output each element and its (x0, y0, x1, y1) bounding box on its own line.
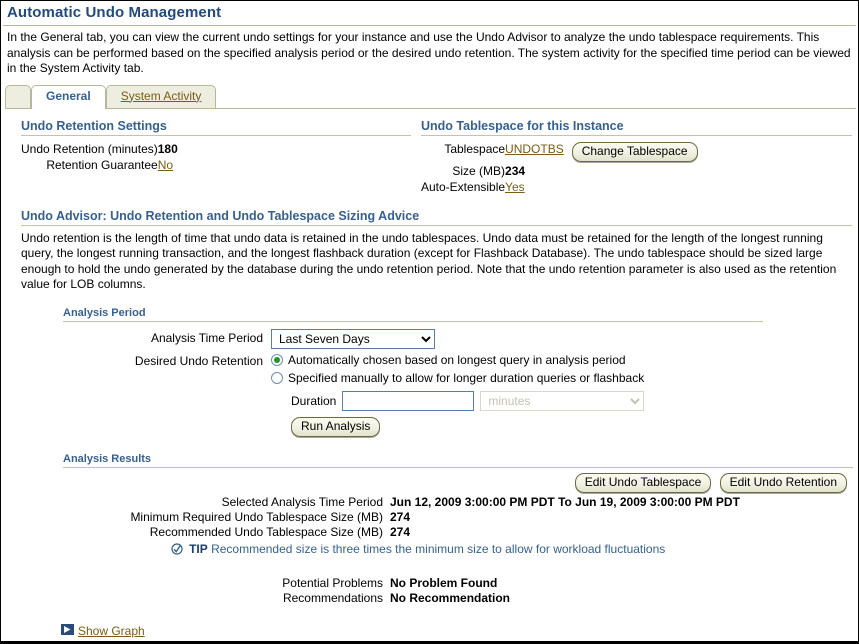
radio-auto-label: Automatically chosen based on longest qu… (288, 352, 626, 367)
edit-undo-retention-button[interactable]: Edit Undo Retention (719, 472, 847, 493)
table-row: Recommended Undo Tablespace Size (MB) 27… (63, 525, 763, 540)
tab-general-label: General (46, 88, 91, 103)
tip-text: Recommended size is three times the mini… (211, 541, 666, 556)
minimum-required-size-value: 274 (390, 509, 411, 524)
recommended-size-label: Recommended Undo Tablespace Size (MB) (149, 524, 383, 539)
auto-extensible-link[interactable]: Yes (505, 180, 525, 194)
undo-advisor-section: Undo Advisor: Undo Retention and Undo Ta… (1, 195, 858, 293)
undo-retention-settings-section: Undo Retention Settings Undo Retention (… (1, 119, 411, 195)
auto-extensible-value: Yes (505, 179, 564, 195)
tab-bar-rule (5, 107, 856, 109)
show-graph-control[interactable]: Show Graph (61, 624, 145, 638)
analysis-period-body: Analysis Time Period Last Seven Days Des… (63, 328, 763, 437)
radio-manual-input[interactable] (271, 372, 283, 384)
tablespace-value: UNDOTBS (505, 141, 564, 163)
duration-label: Duration (291, 393, 337, 408)
settings-columns: Undo Retention Settings Undo Retention (… (1, 109, 858, 195)
tab-system-activity-link[interactable]: System Activity (121, 89, 202, 103)
analysis-time-period-label: Analysis Time Period (150, 330, 263, 345)
undo-tablespace-heading: Undo Tablespace for this Instance (421, 119, 852, 136)
tab-system-activity[interactable]: System Activity (105, 84, 217, 108)
recommendations-label: Recommendations (282, 590, 383, 605)
tablespace-link[interactable]: UNDOTBS (505, 142, 564, 156)
undo-advisor-description: Undo retention is the length of time tha… (21, 230, 837, 292)
table-row: Selected Analysis Time Period Jun 12, 20… (63, 495, 763, 510)
size-mb-value: 234 (505, 163, 526, 178)
analysis-time-period-row: Analysis Time Period Last Seven Days (63, 328, 763, 349)
desired-undo-retention-options: Automatically chosen based on longest qu… (271, 352, 645, 437)
tip-row: TIP Recommended size is three times the … (63, 542, 853, 558)
analysis-results-section: Analysis Results Edit Undo Tablespace Ed… (63, 453, 853, 606)
table-row: Tablespace UNDOTBS Change Tablespace (421, 141, 698, 163)
analysis-results-buttons: Edit Undo Tablespace Edit Undo Retention (63, 468, 853, 493)
page-intro-text: In the General tab, you can view the cur… (7, 30, 851, 75)
tab-general[interactable]: General (31, 84, 106, 109)
size-mb-label: Size (MB) (452, 163, 506, 178)
undo-retention-settings-heading: Undo Retention Settings (21, 119, 411, 136)
desired-undo-retention-label: Desired Undo Retention (134, 353, 263, 368)
retention-guarantee-label: Retention Guarantee (46, 157, 158, 172)
table-row: Retention Guarantee No (21, 157, 178, 173)
automatic-undo-management-page: Automatic Undo Management In the General… (0, 0, 859, 644)
tip-check-circle-icon (171, 542, 183, 558)
tab-bar: General System Activity (5, 84, 856, 109)
recommendations-value: No Recommendation (390, 590, 511, 605)
minimum-required-size-label: Minimum Required Undo Tablespace Size (M… (130, 509, 383, 524)
duration-input[interactable] (342, 390, 475, 411)
tablespace-label: Tablespace (444, 141, 506, 156)
radio-auto-input[interactable] (271, 354, 283, 366)
auto-extensible-label: Auto-Extensible (421, 179, 506, 194)
page-title: Automatic Undo Management (7, 4, 222, 21)
retention-guarantee-link[interactable]: No (158, 158, 173, 172)
run-analysis-button[interactable]: Run Analysis (291, 416, 381, 437)
problems-section: Potential Problems No Problem Found Reco… (63, 576, 853, 606)
analysis-period-section: Analysis Period Analysis Time Period Las… (63, 307, 763, 437)
undo-tablespace-table: Tablespace UNDOTBS Change Tablespace Siz… (421, 141, 698, 195)
analysis-period-heading: Analysis Period (63, 307, 763, 322)
undo-retention-minutes-value: 180 (157, 141, 178, 156)
expand-triangle-icon[interactable] (61, 624, 74, 638)
run-analysis-row: Run Analysis (291, 416, 644, 437)
potential-problems-label: Potential Problems (282, 575, 383, 590)
radio-manual-row[interactable]: Specified manually to allow for longer d… (271, 370, 644, 387)
undo-retention-minutes-label: Undo Retention (minutes) (21, 141, 158, 156)
undo-tablespace-section: Undo Tablespace for this Instance Tables… (411, 119, 858, 195)
table-row: Recommendations No Recommendation (63, 591, 763, 606)
radio-auto-row[interactable]: Automatically chosen based on longest qu… (271, 352, 644, 369)
tab-stub (5, 84, 31, 108)
edit-undo-tablespace-button[interactable]: Edit Undo Tablespace (574, 472, 712, 493)
undo-advisor-heading: Undo Advisor: Undo Retention and Undo Ta… (21, 209, 852, 226)
table-row: Minimum Required Undo Tablespace Size (M… (63, 510, 763, 525)
analysis-time-period-select[interactable]: Last Seven Days (271, 328, 435, 349)
analysis-results-heading: Analysis Results (63, 453, 853, 468)
table-row: Size (MB) 234 (421, 163, 698, 179)
table-row: Auto-Extensible Yes (421, 179, 698, 195)
change-tablespace-button[interactable]: Change Tablespace (571, 141, 698, 162)
change-tablespace-cell: Change Tablespace (564, 141, 698, 163)
bottom-border (1, 641, 858, 643)
duration-row: Duration minutes (291, 390, 645, 411)
duration-units-select[interactable]: minutes (480, 390, 645, 411)
retention-guarantee-value: No (158, 157, 178, 173)
show-graph-link[interactable]: Show Graph (78, 624, 145, 638)
selected-analysis-time-period-value: Jun 12, 2009 3:00:00 PM PDT To Jun 19, 2… (390, 494, 740, 509)
recommended-size-value: 274 (390, 524, 411, 539)
undo-retention-settings-table: Undo Retention (minutes) 180 Retention G… (21, 141, 178, 173)
tip-label: TIP (189, 541, 208, 556)
selected-analysis-time-period-label: Selected Analysis Time Period (221, 494, 383, 509)
desired-undo-retention-row: Desired Undo Retention Automatically cho… (63, 352, 763, 437)
analysis-results-table: Selected Analysis Time Period Jun 12, 20… (63, 495, 763, 540)
problems-table: Potential Problems No Problem Found Reco… (63, 576, 763, 606)
table-row: Undo Retention (minutes) 180 (21, 141, 178, 157)
table-row: Potential Problems No Problem Found (63, 576, 763, 591)
potential-problems-value: No Problem Found (390, 575, 498, 590)
radio-manual-label: Specified manually to allow for longer d… (288, 370, 645, 385)
